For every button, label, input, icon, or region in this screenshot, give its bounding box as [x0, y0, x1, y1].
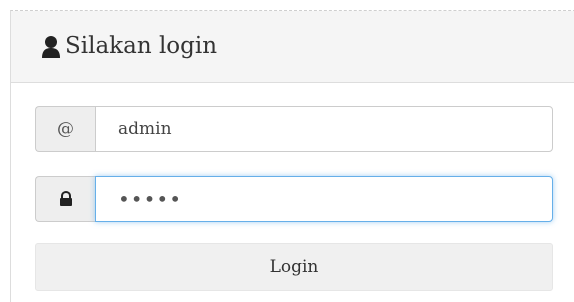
login-page: Silakan login @ admin ••••• Login	[0, 0, 574, 302]
panel-heading: Silakan login	[11, 11, 574, 83]
panel-title: Silakan login	[65, 33, 218, 59]
user-icon	[42, 36, 60, 58]
username-value: admin	[118, 119, 172, 139]
login-button[interactable]: Login	[35, 243, 553, 291]
login-button-label: Login	[269, 257, 319, 277]
password-field[interactable]: •••••	[95, 176, 553, 222]
username-input-group: @ admin	[35, 106, 553, 152]
username-field[interactable]: admin	[95, 106, 553, 152]
password-masked-value: •••••	[118, 187, 182, 211]
lock-icon	[59, 191, 72, 206]
login-panel: Silakan login @ admin ••••• Login	[10, 10, 574, 302]
at-sign-label: @	[57, 119, 74, 139]
username-addon: @	[35, 106, 95, 152]
password-addon	[35, 176, 95, 222]
password-input-group: •••••	[35, 176, 553, 222]
